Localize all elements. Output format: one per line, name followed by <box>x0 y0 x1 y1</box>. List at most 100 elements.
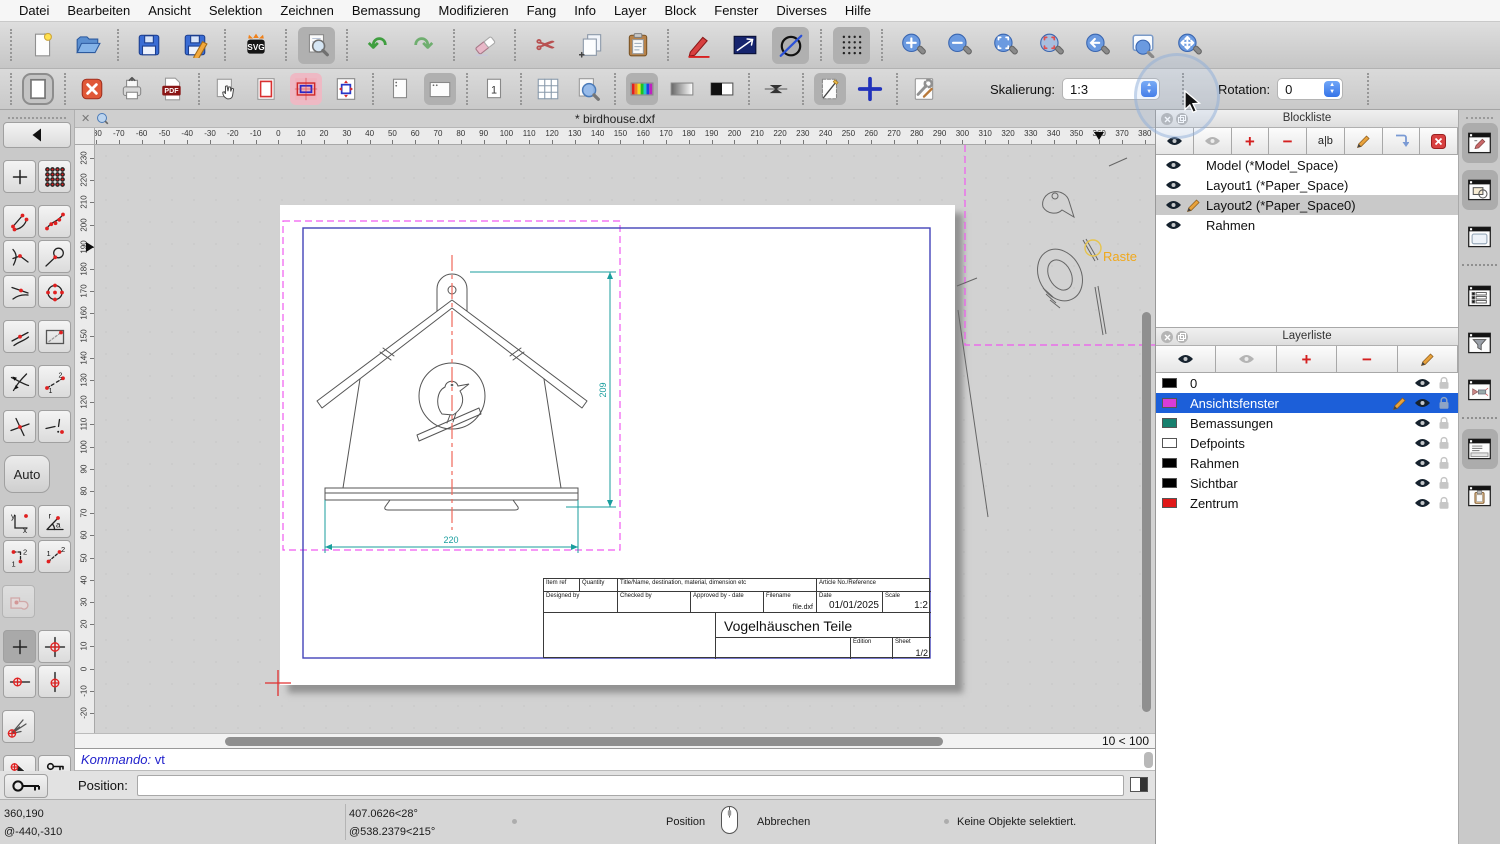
paste-button[interactable] <box>619 27 656 64</box>
menu-fang[interactable]: Fang <box>518 3 566 18</box>
snap-endpoints-button[interactable] <box>3 205 36 238</box>
eye-icon[interactable] <box>1414 437 1431 449</box>
angle-reference-button[interactable] <box>2 710 35 743</box>
drawing-canvas[interactable]: 209 220 Item ref Quantity Title/Name, de… <box>95 145 1155 733</box>
lock-icon[interactable] <box>1438 416 1450 430</box>
eye-icon[interactable] <box>1414 477 1431 489</box>
snap-auto-intersection-button[interactable] <box>3 365 36 398</box>
eye-icon[interactable] <box>1162 179 1184 191</box>
menu-diverses[interactable]: Diverses <box>767 3 836 18</box>
coordinate-polar-button[interactable]: ra <box>38 505 71 538</box>
restrict-vertical-button[interactable] <box>38 665 71 698</box>
single-page-mode-button[interactable]: 1 <box>478 73 510 105</box>
insert-block-button[interactable] <box>1382 128 1421 154</box>
eye-icon[interactable] <box>1414 417 1431 429</box>
snap-reference-button[interactable] <box>38 320 71 353</box>
save-file-button[interactable] <box>130 27 167 64</box>
zoom-out-button[interactable] <box>940 27 977 64</box>
stepper-icon[interactable]: ▲ ▼ <box>1324 81 1341 97</box>
viewport-mode-button[interactable] <box>290 73 322 105</box>
coordinate-cartesian-button[interactable]: yx <box>3 505 36 538</box>
crosshair-offset-button[interactable] <box>854 73 886 105</box>
cut-button[interactable]: ✂ <box>527 27 564 64</box>
snap-distances-button[interactable]: 12 <box>38 365 71 398</box>
toggle-command-window-icon[interactable] <box>1130 777 1148 792</box>
command-line-panel-button[interactable] <box>1461 429 1498 469</box>
circle-line-button[interactable] <box>772 26 809 64</box>
print-button[interactable] <box>116 73 148 105</box>
layer-row[interactable]: Zentrum <box>1156 493 1458 513</box>
polar-tracking-button[interactable] <box>2 585 35 618</box>
hide-layer-button[interactable] <box>1216 346 1277 372</box>
menu-zeichnen[interactable]: Zeichnen <box>271 3 342 18</box>
layer-row[interactable]: Ansichtsfenster <box>1156 393 1458 413</box>
layer-row[interactable]: Bemassungen <box>1156 413 1458 433</box>
lock-icon[interactable] <box>1438 456 1450 470</box>
layer-row[interactable]: 0 <box>1156 373 1458 393</box>
page-borders-button[interactable] <box>250 73 282 105</box>
svg-export-button[interactable]: SVG <box>237 27 274 64</box>
snap-grid-button[interactable] <box>38 160 71 193</box>
grayscale-mode-button[interactable] <box>666 73 698 105</box>
add-layer-button[interactable]: + <box>1276 346 1338 372</box>
pdf-export-button[interactable]: PDF <box>156 73 188 105</box>
horizontal-scrollbar[interactable]: 10 < 100 <box>75 733 1155 748</box>
open-file-button[interactable] <box>69 27 106 64</box>
menu-ansicht[interactable]: Ansicht <box>139 3 200 18</box>
portrait-orientation-button[interactable] <box>384 73 416 105</box>
strip-handle[interactable] <box>1466 113 1493 119</box>
relative-zero-marker-button[interactable] <box>38 630 71 663</box>
restrict-horizontal-button[interactable] <box>3 665 36 698</box>
snap-points-on-entity-button[interactable] <box>38 205 71 238</box>
snap-free-button[interactable] <box>3 160 36 193</box>
block-row[interactable]: Layout1 (*Paper_Space) <box>1156 175 1458 195</box>
zoom-to-page-button[interactable] <box>572 73 604 105</box>
zoom-in-button[interactable] <box>894 27 931 64</box>
horizontal-scrollbar-thumb[interactable] <box>225 737 943 746</box>
lock-icon[interactable] <box>1438 436 1450 450</box>
menu-bearbeiten[interactable]: Bearbeiten <box>58 3 139 18</box>
lock-icon[interactable] <box>1438 476 1450 490</box>
remove-layer-button[interactable]: − <box>1337 346 1398 372</box>
lineweight-scale-button[interactable] <box>760 73 792 105</box>
selection-views-panel-button[interactable] <box>1461 170 1498 210</box>
toolbar-handle[interactable] <box>8 112 66 119</box>
add-block-button[interactable]: + <box>1231 128 1270 154</box>
eye-icon[interactable] <box>1162 219 1184 231</box>
toolbar-back-button[interactable] <box>3 122 71 148</box>
redo-button[interactable]: ↷ <box>405 27 442 64</box>
full-color-mode-button[interactable] <box>626 73 658 105</box>
menu-bemassung[interactable]: Bemassung <box>343 3 430 18</box>
command-input[interactable] <box>137 775 1124 796</box>
eye-icon[interactable] <box>1414 457 1431 469</box>
copy-button[interactable] <box>573 27 610 64</box>
menu-selektion[interactable]: Selektion <box>200 3 271 18</box>
save-file-as-button[interactable] <box>176 27 213 64</box>
snap-auto-button[interactable]: Auto <box>4 455 50 493</box>
black-white-mode-button[interactable] <box>706 73 738 105</box>
multi-page-mode-button[interactable] <box>532 73 564 105</box>
purge-block-button[interactable] <box>1420 128 1458 154</box>
zoom-previous-button[interactable] <box>1078 27 1115 64</box>
menu-datei[interactable]: Datei <box>10 3 58 18</box>
edit-layer-button[interactable] <box>1397 346 1459 372</box>
clipboard-panel-button[interactable] <box>1462 476 1498 516</box>
eye-icon[interactable] <box>1162 159 1184 171</box>
menu-fenster[interactable]: Fenster <box>705 3 767 18</box>
relative-cartesian-button[interactable]: 12 <box>3 540 36 573</box>
layer-row[interactable]: Sichtbar <box>1156 473 1458 493</box>
snap-tangential-button[interactable] <box>38 240 71 273</box>
new-file-button[interactable] <box>23 27 60 64</box>
draft-mode-button[interactable] <box>814 73 846 105</box>
eraser-button[interactable] <box>466 27 503 64</box>
lock-icon[interactable] <box>1438 496 1450 510</box>
projection-panel-button[interactable] <box>1462 370 1498 410</box>
relative-polar-button[interactable]: 12 <box>38 540 71 573</box>
eye-icon[interactable] <box>1162 199 1184 211</box>
lock-icon[interactable] <box>1438 396 1450 410</box>
block-row[interactable]: Rahmen <box>1156 215 1458 235</box>
block-row[interactable]: Model (*Model_Space) <box>1156 155 1458 175</box>
landscape-orientation-button[interactable] <box>424 73 456 105</box>
edit-block-button[interactable] <box>1344 128 1383 154</box>
block-list-panel-button[interactable] <box>1462 276 1498 316</box>
